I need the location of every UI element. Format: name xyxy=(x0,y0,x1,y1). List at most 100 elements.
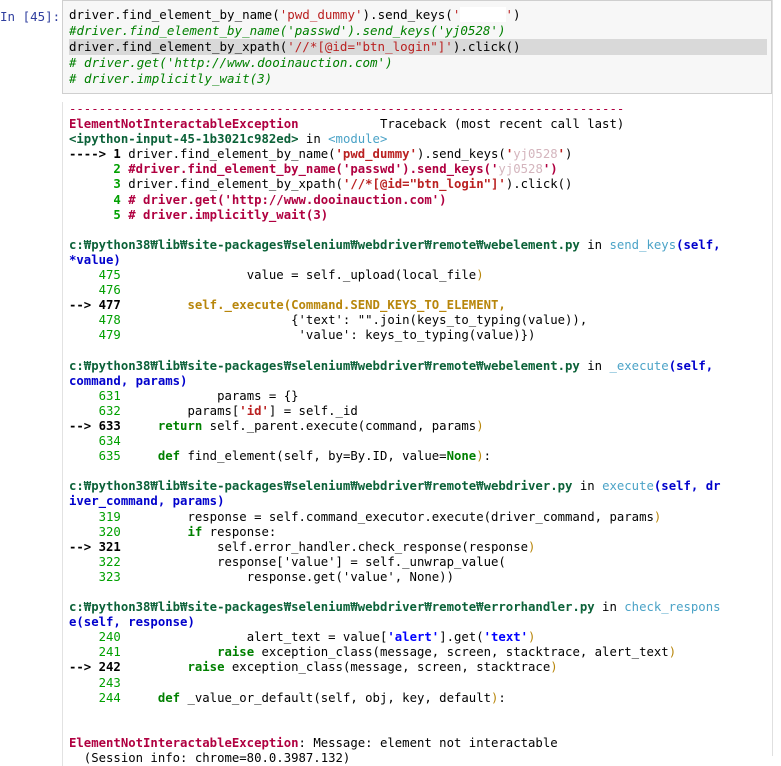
tb-line-token: Traceback (most recent call last) xyxy=(298,117,625,132)
tb-line-token xyxy=(69,464,76,478)
tb-line-tb-frame0-l3: 3 driver.find_element_by_xpath('//*[@id=… xyxy=(69,177,775,192)
tb-line-token: # driver.get('http://www.dooinauction.co… xyxy=(128,192,447,207)
tb-line-token: 'value': keys_to_typing(value)}) xyxy=(128,328,536,343)
tb-line-tb-frame1-l477: --> 477 self._execute(Command.SEND_KEYS_… xyxy=(69,298,775,313)
tb-line-token: find_element(self, by=By.ID, value= xyxy=(187,449,447,464)
tb-line-token: 'text' xyxy=(483,630,529,645)
tb-line-token: in xyxy=(579,237,610,252)
tb-line-token: ) xyxy=(550,660,558,675)
tb-line-token: ] = self._id xyxy=(268,403,358,418)
tb-line-tb-frame1-file: c:₩python38₩lib₩site-packages₩selenium₩w… xyxy=(69,238,775,253)
tb-line-token: ElementNotInteractableException xyxy=(69,117,299,132)
tb-line-token: ) xyxy=(565,147,573,162)
tb-line-token: return xyxy=(128,418,210,433)
tb-line-tb-frame0-l2: 2 #driver.find_element_by_name('passwd')… xyxy=(69,162,775,177)
tb-line-token: 'pwd_dummy' xyxy=(335,147,417,162)
tb-line-token: 'passwd' xyxy=(342,162,403,177)
tb-line-token: c:₩python38₩lib₩site-packages₩selenium₩w… xyxy=(69,479,573,494)
tb-line-token: e(self, response) xyxy=(69,615,195,630)
tb-line-token: check_respons xyxy=(624,600,721,615)
code-line-token: ' xyxy=(505,7,514,22)
tb-line-token: 241 xyxy=(69,645,129,660)
tb-line-tb-frame2-file2: command, params) xyxy=(69,374,775,389)
tb-line-token: execute xyxy=(602,479,654,494)
tb-line-tb-exc-header: ElementNotInteractableException Tracebac… xyxy=(69,117,775,132)
tb-line-token: _value_or_default(self, obj, key, defaul… xyxy=(187,690,492,705)
tb-line-token: yj0528 xyxy=(498,162,543,177)
tb-line-token: def xyxy=(128,449,188,464)
tb-line-token: ' xyxy=(557,147,566,162)
code-line-token: '//*[@id="btn_login"]' xyxy=(287,39,453,54)
tb-line-tb-blank-1 xyxy=(69,223,775,238)
tb-line-token: --> 477 xyxy=(69,298,129,313)
notebook-input-cell[interactable]: In [45]: driver.find_element_by_name('pw… xyxy=(0,0,781,94)
tb-line-token: 476 xyxy=(69,283,129,298)
tb-line-token: # driver.implicitly_wait(3) xyxy=(128,207,329,222)
tb-line-tb-final-1: ElementNotInteractableException: Message… xyxy=(69,736,775,751)
tb-line-token: exception_class(message, screen, stacktr… xyxy=(231,660,551,675)
tb-line-token: '//*[@id="btn_login"]' xyxy=(342,177,506,192)
tb-line-token: ].get( xyxy=(439,630,484,645)
notebook-output-cell: ----------------------------------------… xyxy=(0,102,781,766)
tb-line-token: ) xyxy=(528,539,536,554)
tb-line-token xyxy=(69,706,76,720)
tb-line-tb-frame4-file: c:₩python38₩lib₩site-packages₩selenium₩w… xyxy=(69,600,775,615)
tb-line-token: ----------------------------------------… xyxy=(69,102,625,116)
tb-line-token: response.get('value', None)) xyxy=(128,569,454,584)
code-line-token: #driver.find_element_by_name('passwd').s… xyxy=(69,23,506,38)
code-line-token: ) xyxy=(513,7,521,22)
tb-line-token: raise xyxy=(128,645,262,660)
tb-line-token: 243 xyxy=(69,675,129,690)
tb-line-token: driver.find_element_by_name( xyxy=(128,147,336,162)
jupyter-notebook: In [45]: driver.find_element_by_name('pw… xyxy=(0,0,781,766)
tb-line-tb-frame0-l5: 5 # driver.implicitly_wait(3) xyxy=(69,208,775,223)
tb-line-token: 323 xyxy=(69,569,129,584)
tb-line-token: #driver.find_element_by_name( xyxy=(128,162,343,177)
page-right-border xyxy=(772,0,773,756)
tb-line-tb-frame3-file2: iver_command, params) xyxy=(69,494,775,509)
tb-line-token: 320 xyxy=(69,524,129,539)
tb-line-token: 5 xyxy=(69,207,129,222)
tb-line-tb-blank-4 xyxy=(69,585,775,600)
tb-line-token: None xyxy=(446,449,477,464)
tb-line-tb-final-2: (Session info: chrome=80.0.3987.132) xyxy=(69,751,775,766)
tb-line-token: params[ xyxy=(128,403,240,418)
tb-line-token: 475 xyxy=(69,268,129,283)
tb-line-token: 'id' xyxy=(239,403,269,418)
tb-line-token: self.error_handler.check_response(respon… xyxy=(128,539,529,554)
code-line-in-4: # driver.get('http://www.dooinauction.co… xyxy=(69,55,767,71)
tb-line-tb-frame4-l242: --> 242 raise exception_class(message, s… xyxy=(69,660,775,675)
tb-line-token: ) xyxy=(668,645,677,660)
tb-line-tb-blank-5 xyxy=(69,706,775,721)
tb-line-token: 478 xyxy=(69,313,129,328)
tb-line-token: 3 xyxy=(69,177,129,192)
code-editor[interactable]: driver.find_element_by_name('pwd_dummy')… xyxy=(62,0,772,94)
tb-line-token: send_keys xyxy=(609,237,677,252)
code-line-token: # driver.get('http://www.dooinauction.co… xyxy=(69,55,393,70)
tb-line-token xyxy=(69,223,76,237)
tb-line-token: in xyxy=(298,132,329,147)
tb-line-tb-frame3-l319: 319 response = self.command_executor.exe… xyxy=(69,510,775,525)
tb-line-tb-frame1-l479: 479 'value': keys_to_typing(value)}) xyxy=(69,328,775,343)
tb-line-token: *value) xyxy=(69,252,121,267)
tb-line-tb-frame1-l475: 475 value = self._upload(local_file) xyxy=(69,268,775,283)
tb-line-token: self._execute(Command.SEND_KEYS_TO_ELEME… xyxy=(128,298,506,313)
tb-line-token: params = {} xyxy=(128,388,299,403)
tb-line-tb-frame2-l631: 631 params = {} xyxy=(69,389,775,404)
tb-line-tb-frame4-l244: 244 def _value_or_default(self, obj, key… xyxy=(69,691,775,706)
tb-line-token: 479 xyxy=(69,328,129,343)
tb-line-tb-frame1-l478: 478 {'text': "".join(keys_to_typing(valu… xyxy=(69,313,775,328)
tb-line-token: ) xyxy=(476,418,484,433)
code-line-token: ).send_keys( xyxy=(362,7,453,22)
tb-line-token: in xyxy=(579,358,610,373)
tb-line-tb-frame3-l322: 322 response['value'] = self._unwrap_val… xyxy=(69,555,775,570)
tb-line-token: response: xyxy=(209,524,277,539)
code-line-token: ).click() xyxy=(452,39,521,54)
tb-line-token: (self, dr xyxy=(653,479,721,494)
tb-line-tb-frame2-l633: --> 633 return self._parent.execute(comm… xyxy=(69,419,775,434)
tb-line-token: --> 321 xyxy=(69,539,129,554)
tb-line-token: <ipython-input-45-1b3021c982ed> xyxy=(69,132,299,147)
tb-line-tb-frame1-l476: 476 xyxy=(69,283,775,298)
tb-line-tb-blank-6 xyxy=(69,721,775,736)
tb-line-tb-frame0-l1: ----> 1 driver.find_element_by_name('pwd… xyxy=(69,147,775,162)
